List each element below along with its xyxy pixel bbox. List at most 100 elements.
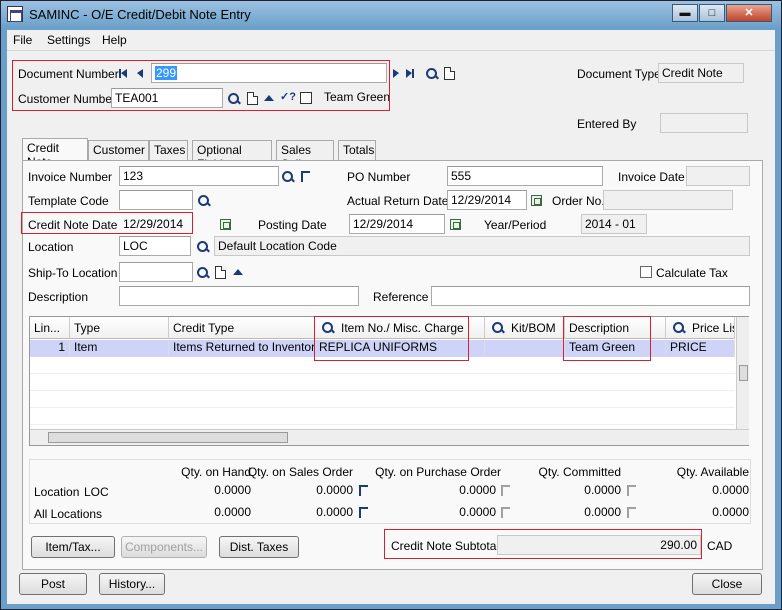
dist-taxes-button[interactable]: Dist. Taxes: [219, 536, 299, 558]
grid-horizontal-scrollbar[interactable]: [30, 429, 749, 445]
currency-code: CAD: [707, 539, 733, 553]
invoice-number-input[interactable]: 123: [119, 166, 279, 186]
document-type-label: Document Type: [577, 67, 661, 81]
kit-column-search-icon[interactable]: [491, 321, 505, 335]
return-date-calendar-icon[interactable]: [531, 195, 542, 206]
col-type[interactable]: Type: [70, 317, 169, 339]
menu-file[interactable]: File: [13, 33, 32, 47]
customer-name: Team Green: [321, 88, 389, 108]
calculate-tax-checkbox[interactable]: [640, 266, 652, 278]
actual-return-date-label: Actual Return Date: [347, 194, 449, 208]
location-input[interactable]: LOC: [119, 236, 191, 256]
components-button[interactable]: Components...: [121, 536, 207, 558]
document-number-value: 299: [155, 66, 178, 80]
customer-number-input[interactable]: TEA001: [111, 88, 223, 108]
po-number-input[interactable]: 555: [447, 166, 603, 186]
new-document-icon[interactable]: [444, 67, 455, 80]
invoice-drilldown-icon[interactable]: [301, 171, 310, 182]
year-period-label: Year/Period: [484, 218, 547, 232]
maximize-button[interactable]: □: [699, 4, 725, 22]
tab-totals[interactable]: Totals: [338, 140, 376, 160]
ship-to-location-label: Ship-To Location: [28, 266, 118, 280]
nav-first-prev-icon[interactable]: [119, 67, 147, 81]
cell-line: 1: [30, 340, 70, 356]
all-purchase-order-drilldown-icon[interactable]: [501, 507, 510, 518]
ship-to-search-icon[interactable]: [196, 266, 210, 280]
credit-note-subtotal-label: Credit Note Subtotal: [391, 539, 500, 553]
col-kit-bom[interactable]: Kit/BOM: [485, 317, 565, 339]
col-price-list[interactable]: Price Lis: [666, 317, 735, 339]
tab-credit-note[interactable]: Credit Note: [22, 138, 88, 169]
col-price-list-label: Price Lis: [692, 321, 735, 335]
loc-qty-on-sales-order: 0.0000: [316, 483, 353, 497]
menu-help[interactable]: Help: [102, 33, 127, 47]
history-button[interactable]: History...: [99, 573, 165, 595]
document-number-label: Document Number: [18, 67, 119, 81]
calculate-tax-label: Calculate Tax: [656, 266, 728, 280]
table-row-empty[interactable]: [30, 408, 735, 425]
document-number-input[interactable]: 299: [151, 63, 387, 83]
tab-sales-split[interactable]: Sales Split: [276, 140, 334, 171]
cell-kit-bom: [485, 340, 565, 356]
tab-optional-fields[interactable]: Optional Fields: [192, 140, 272, 171]
grid-vertical-scrollbar[interactable]: [736, 317, 749, 429]
qty-location-code: LOC: [84, 485, 109, 499]
item-tax-button[interactable]: Item/Tax...: [31, 536, 115, 558]
year-period-value: 2014 - 01: [581, 214, 647, 234]
menu-settings[interactable]: Settings: [47, 33, 90, 47]
col-line[interactable]: Lin...: [30, 317, 70, 339]
invoice-search-icon[interactable]: [281, 170, 295, 184]
document-search-icon[interactable]: [425, 67, 439, 81]
customer-search-icon[interactable]: [227, 92, 241, 106]
qty-on-sales-order-header: Qty. on Sales Order: [247, 465, 353, 479]
col-credit-type[interactable]: Credit Type: [169, 317, 315, 339]
credit-note-calendar-icon[interactable]: [220, 219, 231, 230]
committed-drilldown-icon[interactable]: [627, 485, 636, 496]
app-icon: [7, 6, 23, 22]
document-type-value: Credit Note: [658, 63, 744, 83]
customer-new-icon[interactable]: [247, 92, 258, 105]
actual-return-date-input[interactable]: 12/29/2014: [447, 190, 527, 210]
tab-taxes[interactable]: Taxes: [149, 140, 188, 160]
location-description: Default Location Code: [214, 236, 750, 256]
tab-customer[interactable]: Customer: [88, 140, 149, 160]
title-bar: SAMINC - O/E Credit/Debit Note Entry ▬ □…: [1, 1, 781, 29]
po-number-label: PO Number: [347, 170, 411, 184]
customer-info-icon[interactable]: [300, 92, 312, 104]
menu-bar: File Settings Help: [7, 30, 775, 51]
ship-to-new-icon[interactable]: [215, 266, 226, 279]
description-input[interactable]: [119, 286, 359, 306]
loc-qty-on-purchase-order: 0.0000: [459, 483, 496, 497]
sales-order-drilldown-icon[interactable]: [359, 485, 368, 496]
customer-check-icon[interactable]: ✓?: [280, 90, 296, 103]
posting-date-label: Posting Date: [258, 218, 327, 232]
post-button[interactable]: Post: [19, 573, 87, 595]
customer-zoom-icon[interactable]: [264, 95, 274, 101]
main-panel: Document Number 299 Document Type Credit…: [7, 51, 775, 604]
table-row-empty[interactable]: [30, 374, 735, 391]
template-search-icon[interactable]: [197, 194, 211, 208]
all-sales-order-drilldown-icon[interactable]: [359, 507, 368, 518]
credit-note-date-input[interactable]: 12/29/2014: [119, 214, 215, 234]
all-committed-drilldown-icon[interactable]: [627, 507, 636, 518]
loc-qty-available: 0.0000: [712, 483, 749, 497]
ship-to-zoom-icon[interactable]: [233, 269, 243, 275]
posting-date-calendar-icon[interactable]: [450, 219, 461, 230]
location-search-icon[interactable]: [196, 240, 210, 254]
ship-to-location-input[interactable]: [119, 262, 193, 282]
qty-location-label: Location: [34, 485, 80, 499]
posting-date-input[interactable]: 12/29/2014: [349, 214, 445, 234]
nav-next-last-icon[interactable]: [392, 67, 418, 81]
price-column-search-icon[interactable]: [672, 321, 686, 335]
close-button[interactable]: Close: [692, 573, 762, 595]
order-no-label: Order No.: [552, 194, 605, 208]
app-window: SAMINC - O/E Credit/Debit Note Entry ▬ □…: [0, 0, 782, 610]
invoice-date-value: [686, 166, 750, 186]
item-column-highlight: [314, 316, 469, 361]
template-code-input[interactable]: [119, 190, 193, 210]
reference-input[interactable]: [431, 286, 750, 306]
purchase-order-drilldown-icon[interactable]: [501, 485, 510, 496]
close-window-button[interactable]: ✕: [726, 4, 772, 22]
table-row-empty[interactable]: [30, 391, 735, 408]
minimize-button[interactable]: ▬: [672, 4, 698, 22]
